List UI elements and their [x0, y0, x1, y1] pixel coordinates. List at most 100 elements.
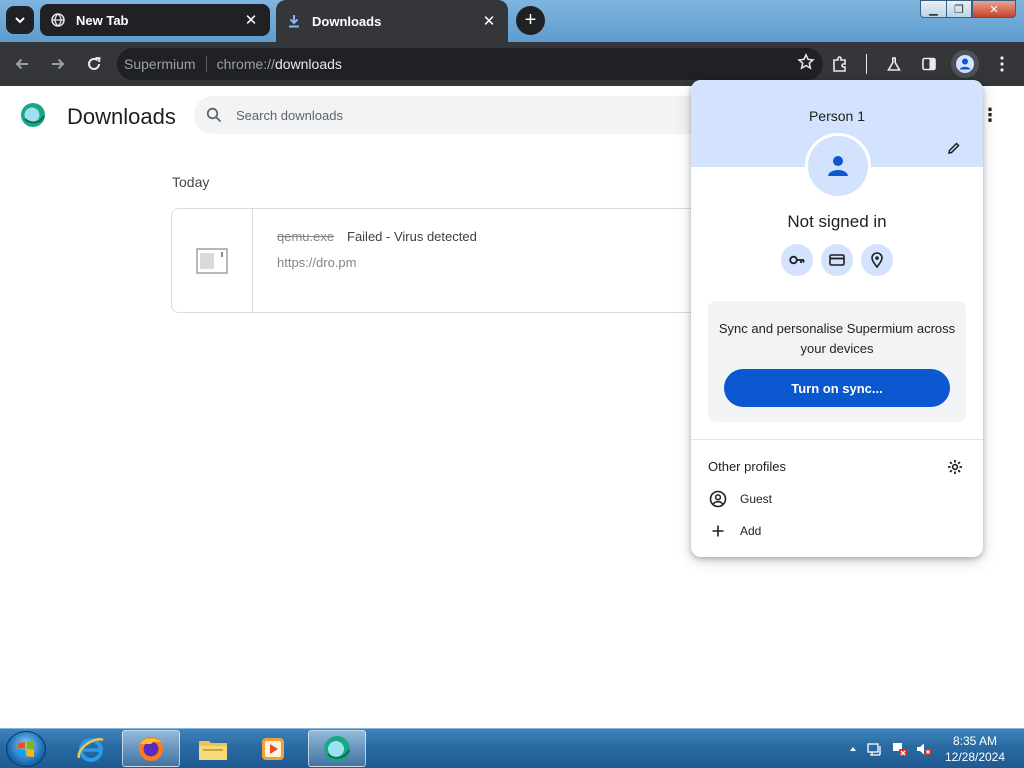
- action-center-icon[interactable]: [867, 741, 883, 757]
- windows-logo-icon: [18, 740, 34, 757]
- network-error-icon[interactable]: [892, 741, 908, 757]
- profile-menu: Person 1 Not signed in Sync and personal…: [691, 80, 983, 557]
- file-icon-cell: [172, 209, 253, 312]
- clock-date: 12/28/2024: [944, 750, 1006, 764]
- browser-menu-button[interactable]: [988, 50, 1016, 78]
- tab-search-button[interactable]: [6, 6, 34, 34]
- date-section-label: Today: [172, 174, 210, 190]
- taskbar-firefox[interactable]: [122, 730, 180, 767]
- internet-explorer-icon: [77, 737, 104, 762]
- media-player-icon: [262, 737, 284, 760]
- site-chip[interactable]: Supermium: [124, 56, 196, 72]
- manage-profiles-button[interactable]: [946, 458, 964, 476]
- addresses-button[interactable]: [861, 244, 893, 276]
- supermium-icon: [324, 735, 350, 762]
- forward-button[interactable]: [44, 50, 72, 78]
- taskbar-file-explorer[interactable]: [184, 730, 242, 767]
- window-controls: ▁ ❐ ✕: [920, 0, 1016, 18]
- taskbar-internet-explorer[interactable]: [62, 730, 120, 767]
- other-profiles-heading: Other profiles: [708, 459, 787, 474]
- folder-icon: [199, 740, 227, 760]
- source-url[interactable]: https://dro.pm: [277, 255, 356, 270]
- search-input[interactable]: [236, 107, 636, 123]
- reload-button[interactable]: [80, 50, 108, 78]
- puzzle-icon: [833, 56, 846, 72]
- chevron-down-icon: [15, 17, 25, 24]
- payment-methods-button[interactable]: [821, 244, 853, 276]
- guest-profile-item[interactable]: Guest: [708, 486, 966, 512]
- divider: [691, 439, 983, 440]
- profile-name: Person 1: [808, 108, 866, 124]
- edit-profile-button[interactable]: [944, 138, 964, 158]
- guest-icon: [708, 489, 728, 509]
- person-icon: [828, 156, 848, 176]
- supermium-logo-icon: [20, 102, 46, 128]
- account-circle-icon: [956, 55, 974, 73]
- system-clock[interactable]: 8:35 AM 12/28/2024: [940, 733, 1010, 765]
- flask-icon: [887, 57, 901, 71]
- key-icon: [789, 255, 805, 265]
- toolbar-divider: [866, 54, 867, 74]
- arrow-left-icon: [15, 58, 28, 70]
- close-icon[interactable]: ✕: [242, 11, 260, 29]
- close-icon[interactable]: ✕: [480, 12, 498, 30]
- sync-description: Sync and personalise Supermium across yo…: [718, 321, 956, 356]
- search-icon: [206, 107, 222, 123]
- reload-icon: [88, 57, 101, 70]
- more-vert-icon: [1000, 56, 1004, 72]
- tab-new-tab[interactable]: New Tab ✕: [40, 4, 270, 36]
- taskbar-media-player[interactable]: [244, 730, 302, 767]
- windows-taskbar: 8:35 AM 12/28/2024: [0, 728, 1024, 768]
- bookmark-star-icon[interactable]: [797, 52, 815, 74]
- add-profile-item[interactable]: Add: [708, 518, 966, 544]
- sign-in-status: Not signed in: [787, 212, 887, 231]
- show-hidden-icons-button[interactable]: [845, 741, 861, 757]
- arrow-right-icon: [52, 58, 65, 70]
- profile-button[interactable]: [951, 50, 979, 78]
- profile-item-label: Guest: [740, 492, 773, 506]
- avatar: [805, 133, 871, 199]
- side-panel-button[interactable]: [915, 50, 943, 78]
- passwords-button[interactable]: [781, 244, 813, 276]
- download-item: qemu.exe Failed - Virus detected https:/…: [171, 208, 731, 313]
- pencil-icon: [948, 142, 960, 154]
- maximize-button[interactable]: ❐: [946, 0, 972, 18]
- turn-on-sync-button[interactable]: Turn on sync...: [724, 369, 950, 407]
- more-actions-button[interactable]: ⋮: [980, 104, 1000, 126]
- page-title: Downloads: [67, 104, 176, 129]
- sync-promo: Sync and personalise Supermium across yo…: [708, 301, 966, 422]
- close-window-button[interactable]: ✕: [972, 0, 1016, 18]
- minimize-button[interactable]: ▁: [920, 0, 946, 18]
- start-button[interactable]: [6, 731, 46, 767]
- new-tab-button[interactable]: +: [516, 6, 545, 35]
- address-bar[interactable]: Supermium chrome://downloads: [117, 48, 823, 80]
- side-panel-icon: [922, 57, 936, 71]
- labs-button[interactable]: [880, 50, 908, 78]
- chevron-up-icon: [850, 747, 856, 751]
- volume-muted-icon[interactable]: [916, 741, 932, 757]
- download-icon: [286, 13, 302, 29]
- file-name-link[interactable]: qemu.exe: [277, 229, 334, 244]
- profile-item-label: Add: [740, 524, 762, 538]
- omnibox-separator: [205, 56, 207, 72]
- download-status: Failed - Virus detected: [347, 229, 477, 244]
- tab-title: New Tab: [76, 12, 129, 28]
- clock-time: 8:35 AM: [952, 734, 998, 748]
- plus-icon: [708, 521, 728, 541]
- search-box[interactable]: [194, 96, 714, 134]
- gear-icon: [948, 460, 962, 474]
- firefox-icon: [139, 736, 163, 761]
- extensions-button[interactable]: [826, 50, 854, 78]
- location-pin-icon: [871, 252, 883, 269]
- title-bar: New Tab ✕ Downloads ✕ + ▁ ❐ ✕: [0, 0, 1024, 42]
- credit-card-icon: [829, 254, 845, 266]
- globe-icon: [50, 12, 66, 28]
- back-button[interactable]: [8, 50, 36, 78]
- taskbar-supermium[interactable]: [308, 730, 366, 767]
- tab-title: Downloads: [312, 13, 382, 29]
- tab-downloads[interactable]: Downloads ✕: [276, 0, 508, 42]
- file-icon: [196, 248, 228, 274]
- url-path: downloads: [274, 56, 342, 72]
- url-scheme: chrome://: [216, 56, 275, 72]
- plus-icon: +: [524, 9, 537, 31]
